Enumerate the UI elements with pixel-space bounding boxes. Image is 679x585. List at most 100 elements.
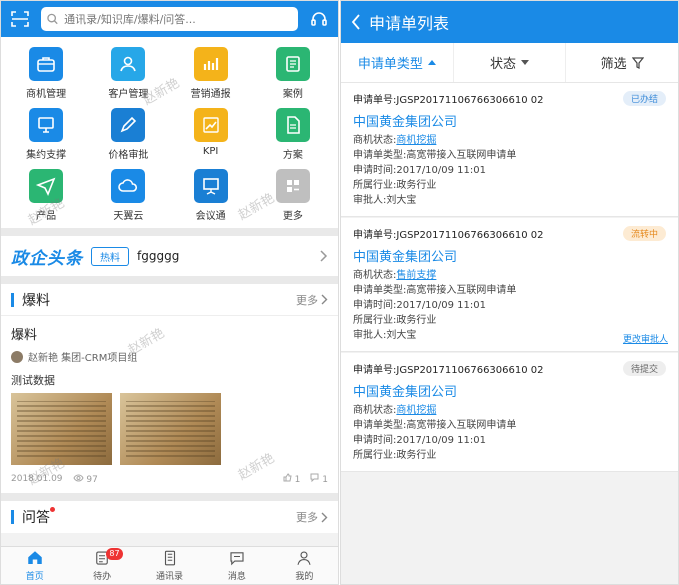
scan-icon[interactable] (9, 8, 31, 30)
company-name[interactable]: 中国黄金集团公司 (353, 381, 666, 400)
eye-icon (72, 474, 84, 481)
more-link[interactable]: 更多 (296, 509, 328, 525)
application-number: 申请单号:JGSP20171106766306610 02 (353, 95, 544, 106)
tab-todo[interactable]: 87 待办 (68, 547, 135, 584)
filter-status[interactable]: 状态 (454, 43, 567, 82)
filter-type[interactable]: 申请单类型 (341, 43, 454, 82)
chevron-right-icon (321, 512, 328, 522)
headset-icon[interactable] (308, 8, 330, 30)
briefcase-icon (29, 47, 64, 81)
post-desc: 测试数据 (11, 374, 55, 387)
post-date: 2018.01.09 (11, 474, 63, 484)
back-arrow-icon[interactable] (351, 14, 361, 30)
post-meta: 2018.01.09 97 1 1 (11, 473, 328, 485)
tab-user[interactable]: 我的 (271, 547, 338, 584)
filter-bar: 申请单类型 状态 筛选 (341, 43, 678, 83)
application-number: 申请单号:JGSP20171106766306610 02 (353, 365, 544, 376)
grid-item[interactable]: 集约支撑 (5, 108, 87, 161)
grid-item[interactable]: 会议通 (170, 169, 252, 222)
application-card[interactable]: 申请单号:JGSP20171106766306610 02 已办结中国黄金集团公司… (341, 83, 678, 217)
change-approver-link[interactable]: 更改审批人 (623, 332, 668, 345)
grid-item-label: 商机管理 (26, 89, 67, 100)
filter-button[interactable]: 筛选 (566, 43, 678, 82)
chevron-right-icon (321, 294, 328, 305)
grid-item[interactable]: 更多 (252, 169, 334, 222)
tab-label: 消息 (227, 572, 246, 582)
comments[interactable]: 1 (310, 473, 328, 485)
caret-down-icon (521, 60, 530, 65)
home-screen: 商机管理 客户管理营销通报 案例集约支撑价格审批 KPI 方案产品 天翼云 会议通更多 政企… (0, 0, 339, 585)
section-title: 爆料 (22, 292, 50, 309)
opportunity-link[interactable]: 售前支撑 (396, 270, 436, 281)
grid-item-label: 产品 (36, 211, 57, 222)
application-time: 申请时间:2017/10/09 11:01 (353, 435, 487, 446)
application-type: 申请单类型:高宽带接入互联网申请单 (353, 285, 517, 296)
grid-item[interactable]: KPI (170, 108, 252, 161)
search-bar[interactable] (41, 7, 298, 31)
grid-item-label: KPI (202, 146, 219, 157)
section-title: 问答 (22, 507, 296, 527)
application-card[interactable]: 申请单号:JGSP20171106766306610 02 待提交中国黄金集团公司… (341, 353, 678, 472)
opportunity-link[interactable]: 商机挖掘 (396, 135, 436, 146)
cloud-icon (111, 169, 146, 203)
chevron-right-icon[interactable] (320, 250, 328, 262)
opportunity-link[interactable]: 商机挖掘 (396, 405, 436, 416)
newspaper-image[interactable] (11, 393, 112, 465)
status-badge: 已办结 (622, 91, 666, 106)
app-grid: 商机管理 客户管理 营销通报 案例集约支撑 价格审批 KPI 方案产品 天翼云 会议通 更多 (1, 37, 338, 228)
grid-item-label: 天翼云 (113, 211, 144, 222)
document-icon (275, 108, 310, 142)
grid-item[interactable]: 产品 (5, 169, 87, 222)
likes[interactable]: 1 (283, 473, 300, 485)
industry: 所属行业:政务行业 (353, 315, 437, 326)
company-name[interactable]: 中国黄金集团公司 (353, 111, 666, 130)
newspaper-image[interactable] (120, 393, 221, 465)
more-icon (275, 169, 310, 203)
approver: 审批人:刘大宝 (353, 330, 417, 341)
industry: 所属行业:政务行业 (353, 180, 437, 191)
grid-item[interactable]: 天翼云 (87, 169, 169, 222)
tab-message[interactable]: 消息 (203, 547, 270, 584)
search-input[interactable] (64, 12, 292, 26)
baoliao-post[interactable]: 爆料 赵新艳 集团-CRM项目组 测试数据 2018.01.09 97 1 1 (1, 316, 338, 493)
application-list: 申请单号:JGSP20171106766306610 02 已办结中国黄金集团公司… (341, 83, 678, 472)
application-card[interactable]: 申请单号:JGSP20171106766306610 02 流转中 中国黄金集团公司… (341, 218, 678, 352)
tab-label: 我的 (295, 572, 314, 582)
home-icon (27, 551, 42, 564)
company-name[interactable]: 中国黄金集团公司 (353, 246, 666, 265)
message-icon (230, 552, 244, 566)
tab-contacts[interactable]: 通讯录 (136, 547, 203, 584)
grid-item[interactable]: 案例 (252, 47, 334, 100)
grid-item-label: 更多 (282, 211, 303, 222)
presentation-icon (193, 169, 228, 203)
views: 97 (72, 474, 98, 485)
bar-chart-icon (193, 47, 228, 81)
grid-item[interactable]: 方案 (252, 108, 334, 161)
approver: 审批人:刘大宝 (353, 195, 417, 206)
more-link[interactable]: 更多 (296, 292, 328, 308)
page-title: 申请单列表 (369, 14, 450, 33)
application-type: 申请单类型:高宽带接入互联网申请单 (353, 150, 517, 161)
grid-item-label: 营销通报 (190, 89, 231, 100)
tab-home[interactable]: 首页 (1, 547, 68, 584)
grid-item[interactable]: 价格审批 (87, 108, 169, 161)
post-author: 赵新艳 集团-CRM项目组 (11, 349, 328, 364)
status-badge: 待提交 (622, 361, 666, 376)
hot-badge: 热料 (91, 246, 129, 266)
grid-item[interactable]: 客户管理 (87, 47, 169, 100)
grid-item[interactable]: 营销通报 (170, 47, 252, 100)
thumb-up-icon (283, 473, 292, 482)
status-badge: 流转中 (622, 226, 666, 241)
industry: 所属行业:政务行业 (353, 450, 437, 461)
post-images (11, 393, 328, 465)
grid-item-label: 价格审批 (108, 150, 149, 161)
caret-up-icon (427, 60, 436, 65)
post-title[interactable]: 爆料 (11, 324, 328, 343)
headline-bar[interactable]: 政企头条 热料 fggggg (1, 236, 338, 276)
tab-label: 待办 (93, 572, 112, 582)
opportunity-status: 商机状态:商机挖掘 (353, 405, 437, 416)
headline-text[interactable]: fggggg (137, 249, 312, 263)
support-icon (29, 108, 64, 142)
grid-item[interactable]: 商机管理 (5, 47, 87, 100)
todo-count-badge: 87 (106, 548, 123, 560)
